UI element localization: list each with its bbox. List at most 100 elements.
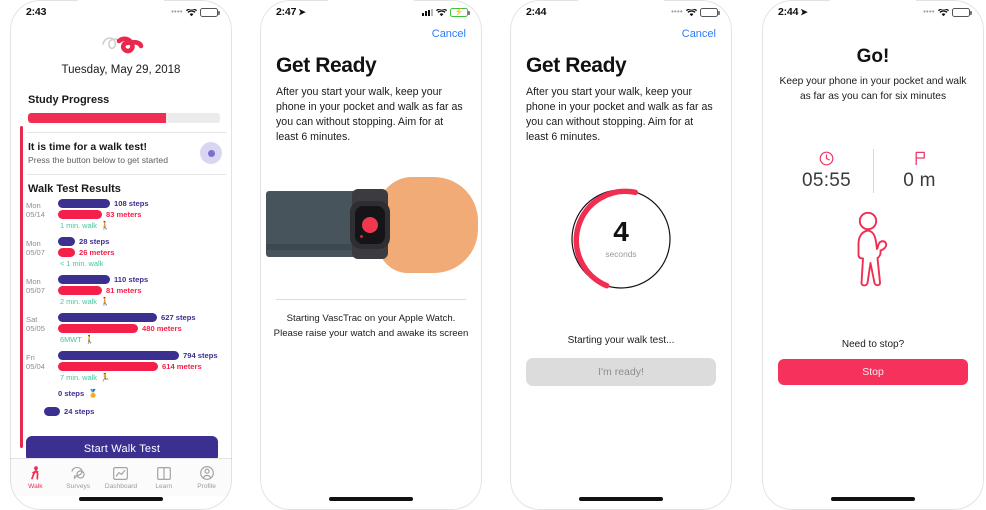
watch-heart-sensor-dot [362, 217, 378, 234]
status-bar: 2:43 •••• [10, 0, 232, 24]
row-duration: 7 min. walk [60, 373, 97, 382]
status-icons: •••• [171, 7, 220, 17]
tab-walk[interactable]: Walk [14, 465, 56, 490]
study-progress-card: Study Progress [26, 86, 226, 133]
clipped-steps-value: 24 steps [64, 407, 95, 416]
walk-result-row[interactable]: Mon 05/07 110 steps 81 meters 2 min. walk… [26, 275, 226, 306]
steps-value: 110 steps [114, 275, 149, 284]
battery-charging-icon: ⚡ [450, 7, 470, 17]
walk-results-list: Mon 05/14 108 steps 83 meters 1 min. walk… [26, 199, 232, 400]
study-progress-fill [28, 113, 167, 123]
countdown-unit: seconds [605, 249, 637, 260]
battery-icon [952, 7, 972, 17]
home-body: Tuesday, May 29, 2018 Study Progress It … [10, 24, 232, 510]
clipped-row: 24 steps [44, 407, 232, 416]
record-dot-icon[interactable] [200, 142, 222, 164]
go-instructions: Keep your phone in your pocket and walk … [779, 76, 967, 102]
walking-person-icon: 🚶 [99, 221, 110, 230]
flag-icon [874, 150, 966, 168]
elapsed-time-stat: 05:55 [781, 150, 873, 192]
elapsed-time-value: 05:55 [801, 169, 852, 191]
phone-screen-go: 2:44 ➤ •••• Go! Keep your phone in your … [762, 0, 984, 510]
row-duration: < 1 min. walk [60, 259, 104, 268]
countdown-ring-wrap: 4 seconds [510, 187, 732, 291]
walking-person-icon: 🚶 [84, 335, 95, 344]
steps-value: 108 steps [114, 199, 149, 208]
walk-stats: 05:55 0 m [762, 148, 984, 193]
current-date: Tuesday, May 29, 2018 [61, 64, 181, 76]
meters-value: 26 meters [79, 248, 115, 257]
status-bar: 2:47 ➤ ⚡ [260, 0, 482, 24]
stop-button[interactable]: Stop [778, 358, 968, 385]
cancel-button[interactable]: Cancel [260, 24, 482, 40]
sleeve-shape [266, 191, 358, 258]
app-logo [10, 24, 232, 58]
signal-dots-icon: •••• [671, 8, 683, 16]
home-indicator [579, 497, 663, 501]
battery-icon [700, 7, 720, 17]
status-bar: 2:44 ➤ •••• [762, 0, 984, 24]
phone-screen-get-ready-watch: 2:47 ➤ ⚡ Cancel Get Ready After you star… [260, 0, 482, 510]
phone-screen-countdown: 2:44 •••• Cancel Get Ready After you sta… [510, 0, 732, 510]
row-duration: 2 min. walk [60, 297, 97, 306]
countdown-ring: 4 seconds [569, 187, 673, 291]
walk-result-row-partial[interactable]: 0 steps 🏅 [26, 389, 226, 400]
steps-value: 627 steps [161, 313, 196, 322]
im-ready-button[interactable]: I'm ready! [526, 358, 716, 387]
thumb-shape [392, 235, 444, 266]
walk-result-row[interactable]: Mon 05/14 108 steps 83 meters 1 min. walk… [26, 199, 226, 230]
walk-result-row[interactable]: Mon 05/07 28 steps 26 meters < 1 min. wal… [26, 237, 226, 268]
status-time: 2:44 [526, 6, 547, 18]
meters-value: 83 meters [106, 210, 142, 219]
tab-bar: Walk Surveys Dashboard Learn Profile [10, 458, 232, 496]
walking-person-outline-icon [762, 211, 984, 293]
signal-dots-icon: •••• [923, 8, 935, 16]
wifi-icon [185, 8, 198, 17]
page-title: Get Ready [526, 54, 627, 77]
countdown-value: 4 [613, 216, 629, 248]
chart-icon [113, 465, 129, 481]
row-date: Mon 05/07 [26, 277, 46, 296]
wifi-icon [685, 8, 698, 17]
distance-stat: 0 m [874, 150, 966, 192]
watch-caption: Starting VascTrac on your Apple Watch. P… [260, 300, 482, 341]
tab-profile[interactable]: Profile [186, 465, 228, 490]
signal-dots-icon: •••• [171, 8, 183, 16]
watch-caption-line1: Starting VascTrac on your Apple Watch. [286, 313, 456, 325]
phone-screen-home: 2:43 •••• Tuesday, May 29, 2018 Study Pr… [10, 0, 232, 510]
instructions-text: After you start your walk, keep your pho… [526, 86, 713, 144]
status-time: 2:43 [26, 6, 47, 18]
tab-surveys-label: Surveys [66, 483, 91, 490]
apple-watch-on-wrist-illustration [260, 171, 482, 283]
walk-test-prompt-card[interactable]: It is time for a walk test! Press the bu… [26, 133, 226, 175]
tab-learn[interactable]: Learn [143, 465, 185, 490]
medal-icon: 🏅 [88, 389, 99, 398]
left-accent-rail [20, 126, 23, 448]
tab-dashboard[interactable]: Dashboard [100, 465, 142, 490]
steps-value: 794 steps [183, 351, 218, 360]
row-date: Mon 05/14 [26, 201, 46, 220]
need-to-stop-label: Need to stop? [841, 338, 905, 350]
survey-icon [71, 465, 86, 481]
wifi-icon [435, 8, 448, 17]
signal-bars-icon [422, 8, 433, 16]
walking-person-icon [29, 465, 42, 481]
status-time-group: 2:43 [26, 6, 46, 18]
location-arrow-icon: ➤ [800, 6, 808, 17]
status-bar: 2:44 •••• [510, 0, 732, 24]
steps-value: 28 steps [79, 237, 110, 246]
tab-learn-label: Learn [155, 483, 173, 490]
tab-profile-label: Profile [197, 483, 216, 490]
walk-results-title: Walk Test Results [28, 183, 121, 195]
tab-surveys[interactable]: Surveys [57, 465, 99, 490]
distance-value: 0 m [903, 169, 936, 191]
walk-result-row[interactable]: Fri 05/04 794 steps 614 meters 7 min. wal… [26, 351, 226, 382]
walk-result-row[interactable]: Sat 05/05 627 steps 480 meters 6MWT 🚶 [26, 313, 226, 344]
tab-walk-label: Walk [28, 483, 43, 490]
tab-dashboard-label: Dashboard [104, 483, 138, 490]
cancel-button[interactable]: Cancel [510, 24, 732, 40]
home-indicator [79, 497, 163, 501]
row-date: Mon 05/07 [26, 239, 46, 258]
home-indicator [329, 497, 413, 501]
steps-value: 0 steps [58, 389, 85, 398]
